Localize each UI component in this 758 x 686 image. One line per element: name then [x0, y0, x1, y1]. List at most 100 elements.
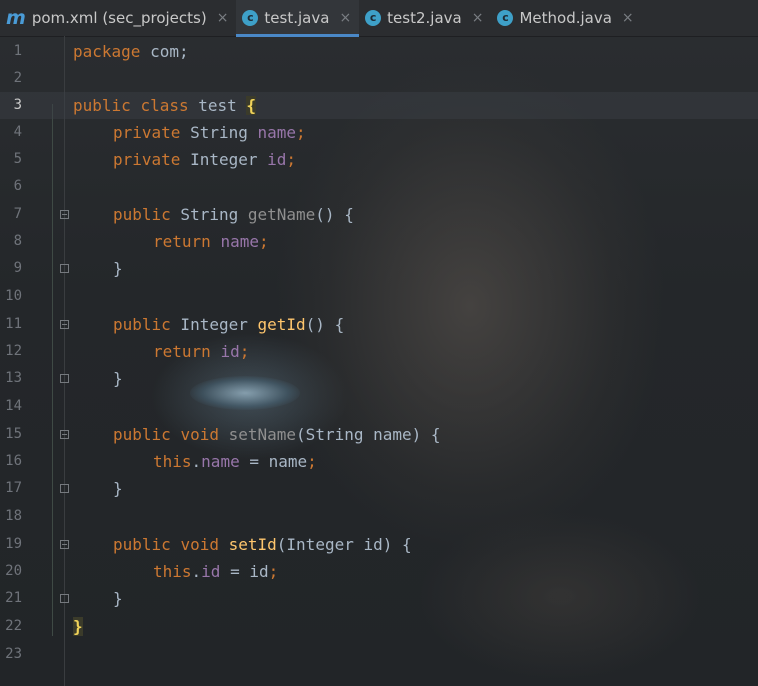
- line-number: 23: [5, 646, 22, 662]
- token-keyword: public: [113, 535, 171, 554]
- code-line-9: 9 }: [0, 255, 758, 282]
- code-text: }: [113, 259, 123, 278]
- code-text: public void setName(String name) {: [113, 421, 441, 448]
- java-class-icon: c: [497, 10, 514, 26]
- fold-end-icon[interactable]: [60, 374, 69, 383]
- token-semicolon: ;: [286, 150, 297, 169]
- close-icon[interactable]: ×: [217, 10, 229, 26]
- code-text: }: [73, 613, 83, 640]
- code-line-6: 6: [0, 173, 758, 200]
- java-class-icon: c: [242, 10, 259, 26]
- token-keyword: this: [153, 562, 192, 581]
- close-icon[interactable]: ×: [622, 10, 634, 26]
- token-type: Integer: [170, 315, 258, 334]
- code-editor[interactable]: 1 package com; 2 3 public class test { 4…: [0, 36, 758, 686]
- line-number: 20: [5, 563, 22, 579]
- java-class-icon: c: [365, 10, 382, 26]
- token-semicolon: ;: [239, 342, 250, 361]
- code-text: }: [113, 369, 123, 388]
- token-field: name: [201, 452, 240, 471]
- token-field: id: [201, 562, 221, 581]
- token-method: setId: [228, 535, 277, 554]
- line-number: 15: [5, 426, 22, 442]
- code-line-19: 19 public void setId(Integer id) {: [0, 531, 758, 558]
- token-text: () {: [305, 315, 345, 334]
- code-line-10: 10: [0, 283, 758, 310]
- line-number: 13: [5, 370, 22, 386]
- code-text: public class test {: [73, 92, 257, 119]
- line-number: 5: [13, 151, 22, 167]
- code-line-20: 20 this.id = id;: [0, 558, 758, 585]
- close-icon[interactable]: ×: [339, 10, 351, 26]
- line-number: 4: [13, 124, 22, 140]
- token-field: id: [267, 150, 287, 169]
- fold-end-icon[interactable]: [60, 264, 69, 273]
- fold-collapse-icon[interactable]: [60, 430, 69, 439]
- token-method: setName: [228, 425, 297, 444]
- tab-test2-java[interactable]: c test2.java ×: [359, 0, 491, 36]
- code-text: public String getName() {: [113, 201, 354, 228]
- code-text: return name;: [153, 228, 269, 255]
- close-icon[interactable]: ×: [472, 10, 484, 26]
- code-text: public void setId(Integer id) {: [113, 531, 412, 558]
- token-field: id: [220, 342, 240, 361]
- token-type: String: [180, 123, 258, 142]
- token-semicolon: ;: [296, 123, 306, 142]
- tab-method-java[interactable]: c Method.java ×: [491, 0, 641, 36]
- maven-m-icon: m: [6, 7, 26, 29]
- fold-end-icon[interactable]: [60, 484, 69, 493]
- token-text: () {: [315, 205, 354, 224]
- code-text: this.name = name;: [153, 448, 317, 475]
- code-line-7: 7 public String getName() {: [0, 201, 758, 228]
- code-text: package com;: [73, 38, 189, 65]
- code-line-2: 2: [0, 65, 758, 92]
- token-semicolon: ;: [307, 452, 317, 471]
- code-line-3-current: 3 public class test {: [0, 92, 758, 119]
- token-keyword: public: [113, 425, 171, 444]
- token-semicolon: ;: [268, 562, 279, 581]
- line-number: 8: [13, 233, 22, 249]
- token-dot: .: [191, 562, 202, 581]
- code-line-13: 13 }: [0, 365, 758, 392]
- line-number: 10: [5, 288, 22, 304]
- token-keyword: private: [113, 123, 181, 142]
- code-line-1: 1 package com;: [0, 38, 758, 65]
- line-number: 3: [13, 97, 22, 113]
- token-field: name: [220, 232, 259, 251]
- token-class-name: test: [188, 96, 247, 115]
- code-line-17: 17 }: [0, 475, 758, 502]
- token-field: name: [257, 123, 297, 142]
- line-number: 18: [5, 508, 22, 524]
- token-keyword: public: [73, 96, 131, 115]
- token-keyword: private: [113, 150, 181, 169]
- code-line-21: 21 }: [0, 585, 758, 612]
- line-number: 2: [13, 70, 22, 86]
- token-brace-highlight: {: [246, 96, 257, 115]
- fold-collapse-icon[interactable]: [60, 540, 69, 549]
- tab-pom-xml[interactable]: m pom.xml (sec_projects) ×: [0, 0, 236, 36]
- code-line-4: 4 private String name;: [0, 119, 758, 146]
- line-number: 21: [5, 590, 22, 606]
- code-text: }: [113, 589, 123, 608]
- line-number: 11: [5, 316, 22, 332]
- token-text: (Integer id) {: [276, 535, 412, 554]
- code-text: private Integer id;: [113, 146, 296, 173]
- token-text: = id: [220, 562, 269, 581]
- token-keyword: void: [180, 535, 219, 554]
- fold-collapse-icon[interactable]: [60, 210, 69, 219]
- tab-label: test.java: [264, 9, 330, 27]
- line-number: 12: [5, 343, 22, 359]
- code-line-12: 12 return id;: [0, 338, 758, 365]
- tab-test-java[interactable]: c test.java ×: [236, 0, 360, 37]
- code-line-8: 8 return name;: [0, 228, 758, 255]
- fold-collapse-icon[interactable]: [60, 320, 69, 329]
- code-text: }: [113, 479, 123, 498]
- fold-end-icon[interactable]: [60, 594, 69, 603]
- token-type: Integer: [180, 150, 268, 169]
- line-number: 7: [13, 206, 22, 222]
- code-text: private String name;: [113, 119, 306, 146]
- tab-label: pom.xml (sec_projects): [31, 9, 207, 27]
- token-method: getId: [257, 315, 306, 334]
- token-text: (String name) {: [296, 425, 441, 444]
- token-semicolon: ;: [258, 232, 269, 251]
